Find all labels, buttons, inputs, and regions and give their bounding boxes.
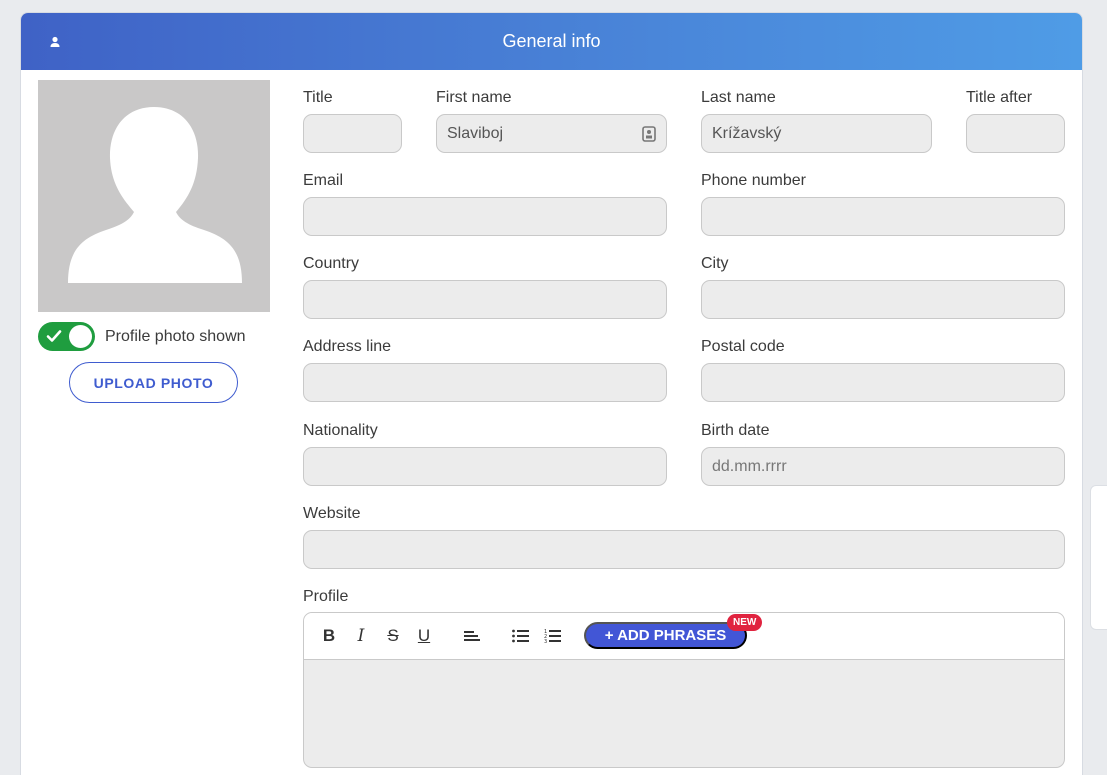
upload-photo-button[interactable]: UPLOAD PHOTO — [69, 362, 238, 403]
last-name-input[interactable]: Krížavský — [701, 114, 932, 153]
strikethrough-button[interactable]: S — [383, 626, 403, 646]
email-input[interactable] — [303, 197, 667, 236]
photo-shown-label: Profile photo shown — [105, 327, 246, 345]
title-label: Title — [303, 89, 333, 106]
align-left-icon[interactable] — [462, 626, 482, 646]
website-label: Website — [303, 505, 361, 522]
italic-button[interactable]: I — [351, 626, 371, 646]
avatar-placeholder-icon — [68, 107, 242, 283]
city-label: City — [701, 255, 729, 272]
contact-card-icon[interactable] — [642, 126, 656, 147]
check-icon — [46, 330, 62, 342]
website-input[interactable] — [303, 530, 1065, 569]
postal-code-input[interactable] — [701, 363, 1065, 402]
birth-date-placeholder: dd.mm.rrrr — [712, 457, 787, 475]
birth-date-input[interactable]: dd.mm.rrrr — [701, 447, 1065, 486]
profile-label: Profile — [303, 588, 349, 605]
photo-shown-toggle-row: Profile photo shown — [38, 322, 246, 351]
country-label: Country — [303, 255, 360, 272]
country-select[interactable] — [303, 280, 667, 319]
user-icon — [49, 35, 61, 47]
postal-code-label: Postal code — [701, 338, 785, 355]
add-phrases-button[interactable]: + ADD PHRASES — [584, 622, 747, 649]
svg-text:3: 3 — [544, 639, 547, 644]
toggle-knob — [69, 325, 92, 348]
side-panel-tab[interactable] — [1090, 485, 1107, 630]
editor-toolbar: B I S U 123 + ADD PHRASES NEW — [304, 613, 1064, 660]
nationality-label: Nationality — [303, 422, 378, 439]
bold-button[interactable]: B — [319, 626, 339, 646]
city-input[interactable] — [701, 280, 1065, 319]
page-title: General info — [502, 31, 601, 51]
numbered-list-icon[interactable]: 123 — [542, 626, 562, 646]
address-input[interactable] — [303, 363, 667, 402]
first-name-value: Slaviboj — [447, 124, 504, 142]
phone-input[interactable] — [701, 197, 1065, 236]
profile-editor: B I S U 123 + ADD PHRASES NEW — [303, 612, 1065, 768]
birth-date-label: Birth date — [701, 422, 770, 439]
first-name-input[interactable]: Slaviboj — [436, 114, 667, 153]
general-info-card: General info Profile photo shown UPLOAD … — [20, 12, 1083, 775]
email-label: Email — [303, 172, 344, 189]
bullet-list-icon[interactable] — [510, 626, 530, 646]
profile-photo[interactable] — [38, 80, 270, 312]
nationality-select[interactable] — [303, 447, 667, 486]
title-input[interactable] — [303, 114, 402, 153]
last-name-label: Last name — [701, 89, 776, 106]
address-label: Address line — [303, 338, 392, 355]
new-badge: NEW — [727, 614, 763, 631]
title-after-label: Title after — [966, 89, 1033, 106]
phone-label: Phone number — [701, 172, 806, 189]
underline-button[interactable]: U — [414, 626, 434, 646]
photo-shown-toggle[interactable] — [38, 322, 95, 351]
title-after-input[interactable] — [966, 114, 1065, 153]
card-header: General info — [21, 13, 1082, 70]
first-name-label: First name — [436, 89, 512, 106]
